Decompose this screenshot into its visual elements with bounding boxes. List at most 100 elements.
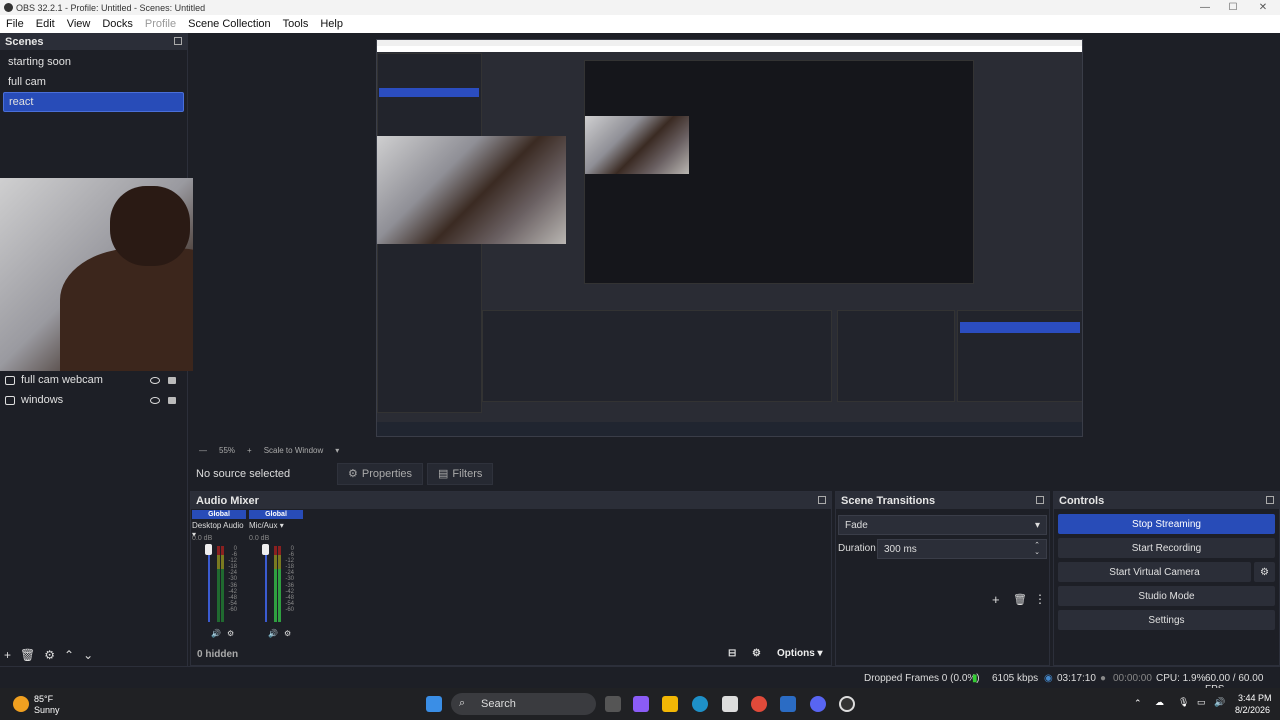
discord-icon[interactable] xyxy=(810,696,826,712)
gear-icon[interactable]: ⚙ xyxy=(44,648,55,662)
obs-icon[interactable] xyxy=(839,696,855,712)
photos-icon[interactable] xyxy=(780,696,796,712)
chevron-down-icon[interactable]: ▾ xyxy=(335,446,339,455)
filters-button[interactable]: ▤ Filters xyxy=(427,462,494,485)
dock-float-icon[interactable] xyxy=(174,37,182,45)
program-preview[interactable] xyxy=(376,39,1083,437)
window-title-bar: OBS 32.2.1 - Profile: Untitled - Scenes:… xyxy=(0,0,1280,15)
dock-float-icon[interactable] xyxy=(1266,496,1274,504)
store-icon[interactable] xyxy=(722,696,738,712)
chrome-icon[interactable] xyxy=(751,696,767,712)
edge-icon[interactable] xyxy=(692,696,708,712)
taskbar-search[interactable]: ⌕ Search xyxy=(451,693,596,715)
task-view-icon[interactable] xyxy=(605,696,621,712)
weather-temp[interactable]: 85°F xyxy=(34,694,53,704)
menu-scene-collection[interactable]: Scene Collection xyxy=(182,18,277,30)
menu-file[interactable]: File xyxy=(0,18,30,30)
channel-settings-icon[interactable]: ⚙ xyxy=(227,629,234,638)
add-icon[interactable]: + xyxy=(4,648,11,662)
scene-transitions-dock: Scene Transitions Fade ▾ Duration 300 ms… xyxy=(835,491,1050,666)
lock-icon[interactable] xyxy=(168,377,176,384)
volume-fader-knob[interactable] xyxy=(205,544,212,555)
studio-mode-button[interactable]: Studio Mode xyxy=(1058,586,1275,606)
visibility-eye-icon[interactable] xyxy=(150,376,160,384)
duration-input[interactable]: 300 ms ⌃ ⌄ xyxy=(877,539,1047,559)
clock-date[interactable]: 8/2/2026 xyxy=(1235,705,1270,715)
stream-time: 03:17:10 xyxy=(1057,673,1096,684)
zoom-out-button[interactable]: — xyxy=(199,446,207,455)
record-icon: ● xyxy=(1100,673,1107,684)
stop-streaming-button[interactable]: Stop Streaming xyxy=(1058,514,1275,534)
no-source-label: No source selected xyxy=(196,467,291,480)
dock-float-icon[interactable] xyxy=(818,496,826,504)
minimize-button[interactable]: — xyxy=(1190,0,1220,15)
gear-icon: ⚙ xyxy=(348,468,358,480)
speaker-icon[interactable]: 🔊 xyxy=(268,629,278,638)
source-item[interactable]: windows xyxy=(5,391,180,409)
menu-docks[interactable]: Docks xyxy=(96,18,139,30)
spinner-icon[interactable]: ⌃ ⌄ xyxy=(1034,542,1040,556)
scale-mode-select[interactable]: Scale to Window xyxy=(264,446,324,455)
trash-icon[interactable]: 🗑 xyxy=(20,648,35,662)
mixer-channel-desktop-audio: Global Desktop Audio ▾ 0.0 dB 0 -6 -12 -18-… xyxy=(192,510,246,642)
copilot-icon[interactable] xyxy=(633,696,649,712)
scenes-toolbar: + 🗑 ⚙ ⌃ ⌄ xyxy=(4,648,93,662)
scene-item[interactable]: full cam xyxy=(3,72,184,92)
volume-fader-track[interactable] xyxy=(208,546,210,622)
network-icon[interactable]: ▭ xyxy=(1197,697,1206,708)
menu-help[interactable]: Help xyxy=(314,18,349,30)
advanced-audio-icon[interactable]: ⚙ xyxy=(752,648,761,659)
speaker-icon[interactable]: 🔊 xyxy=(211,629,221,638)
menu-view[interactable]: View xyxy=(61,18,97,30)
volume-fader-knob[interactable] xyxy=(262,544,269,555)
menu-edit[interactable]: Edit xyxy=(30,18,61,30)
add-transition-icon[interactable]: + xyxy=(992,592,1000,607)
nested-webcam-2 xyxy=(585,116,689,174)
more-options-icon[interactable]: ⋮ xyxy=(1034,592,1046,606)
hidden-count[interactable]: 0 hidden xyxy=(197,649,238,660)
move-down-icon[interactable]: ⌄ xyxy=(83,648,93,662)
volume-icon[interactable]: 🔊 xyxy=(1214,697,1225,708)
window-title: OBS 32.2.1 - Profile: Untitled - Scenes:… xyxy=(16,2,206,13)
move-up-icon[interactable]: ⌃ xyxy=(64,648,74,662)
close-button[interactable]: ✕ xyxy=(1248,0,1278,15)
trash-icon[interactable]: 🗑 xyxy=(1013,593,1027,606)
properties-button[interactable]: ⚙ Properties xyxy=(337,462,424,485)
cloud-icon[interactable]: ☁ xyxy=(1155,697,1164,708)
dock-float-icon[interactable] xyxy=(1036,496,1044,504)
transition-select[interactable]: Fade ▾ xyxy=(838,515,1047,535)
options-button[interactable]: Options ▾ xyxy=(777,648,823,659)
main-area: Scenes starting soon full cam react full… xyxy=(0,33,1280,666)
maximize-button[interactable]: ☐ xyxy=(1218,0,1248,15)
menu-tools[interactable]: Tools xyxy=(277,18,315,30)
audio-mixer-title: Audio Mixer xyxy=(191,492,831,509)
settings-button[interactable]: Settings xyxy=(1058,610,1275,630)
file-explorer-icon[interactable] xyxy=(662,696,678,712)
visibility-eye-icon[interactable] xyxy=(150,396,160,404)
menu-profile[interactable]: Profile xyxy=(139,18,182,30)
source-item[interactable]: full cam webcam xyxy=(5,371,180,389)
lock-icon[interactable] xyxy=(168,397,176,404)
zoom-in-button[interactable]: + xyxy=(247,446,252,455)
windows-start-icon[interactable] xyxy=(426,696,442,712)
channel-name[interactable]: Mic/Aux ▾ xyxy=(249,521,303,533)
weather-desc[interactable]: Sunny xyxy=(34,705,60,715)
start-recording-button[interactable]: Start Recording xyxy=(1058,538,1275,558)
mic-icon[interactable]: 🎙 xyxy=(1178,697,1189,708)
monitor-icon xyxy=(5,395,15,405)
source-context-bar: No source selected ⚙ Properties ▤ Filter… xyxy=(193,459,1280,488)
channel-settings-icon[interactable]: ⚙ xyxy=(284,629,291,638)
scene-item[interactable]: starting soon xyxy=(3,52,184,72)
layout-icon[interactable]: ⊟ xyxy=(728,648,736,659)
virtual-camera-settings-gear-icon[interactable]: ⚙ xyxy=(1254,562,1275,582)
scene-item-active[interactable]: react xyxy=(3,92,184,112)
chevron-up-icon[interactable]: ⌃ xyxy=(1134,698,1142,709)
status-bar: Dropped Frames 0 (0.0%) ▮ 6105 kbps ◉ 03… xyxy=(0,666,1280,695)
volume-fader-track[interactable] xyxy=(265,546,267,622)
start-virtual-camera-button[interactable]: Start Virtual Camera xyxy=(1058,562,1251,582)
clock-time[interactable]: 3:44 PM xyxy=(1238,693,1272,703)
weather-sun-icon[interactable] xyxy=(13,696,29,712)
chevron-down-icon[interactable]: ▾ xyxy=(280,521,284,530)
channel-name[interactable]: Desktop Audio ▾ xyxy=(192,521,246,539)
nested-taskbar xyxy=(377,422,1082,436)
